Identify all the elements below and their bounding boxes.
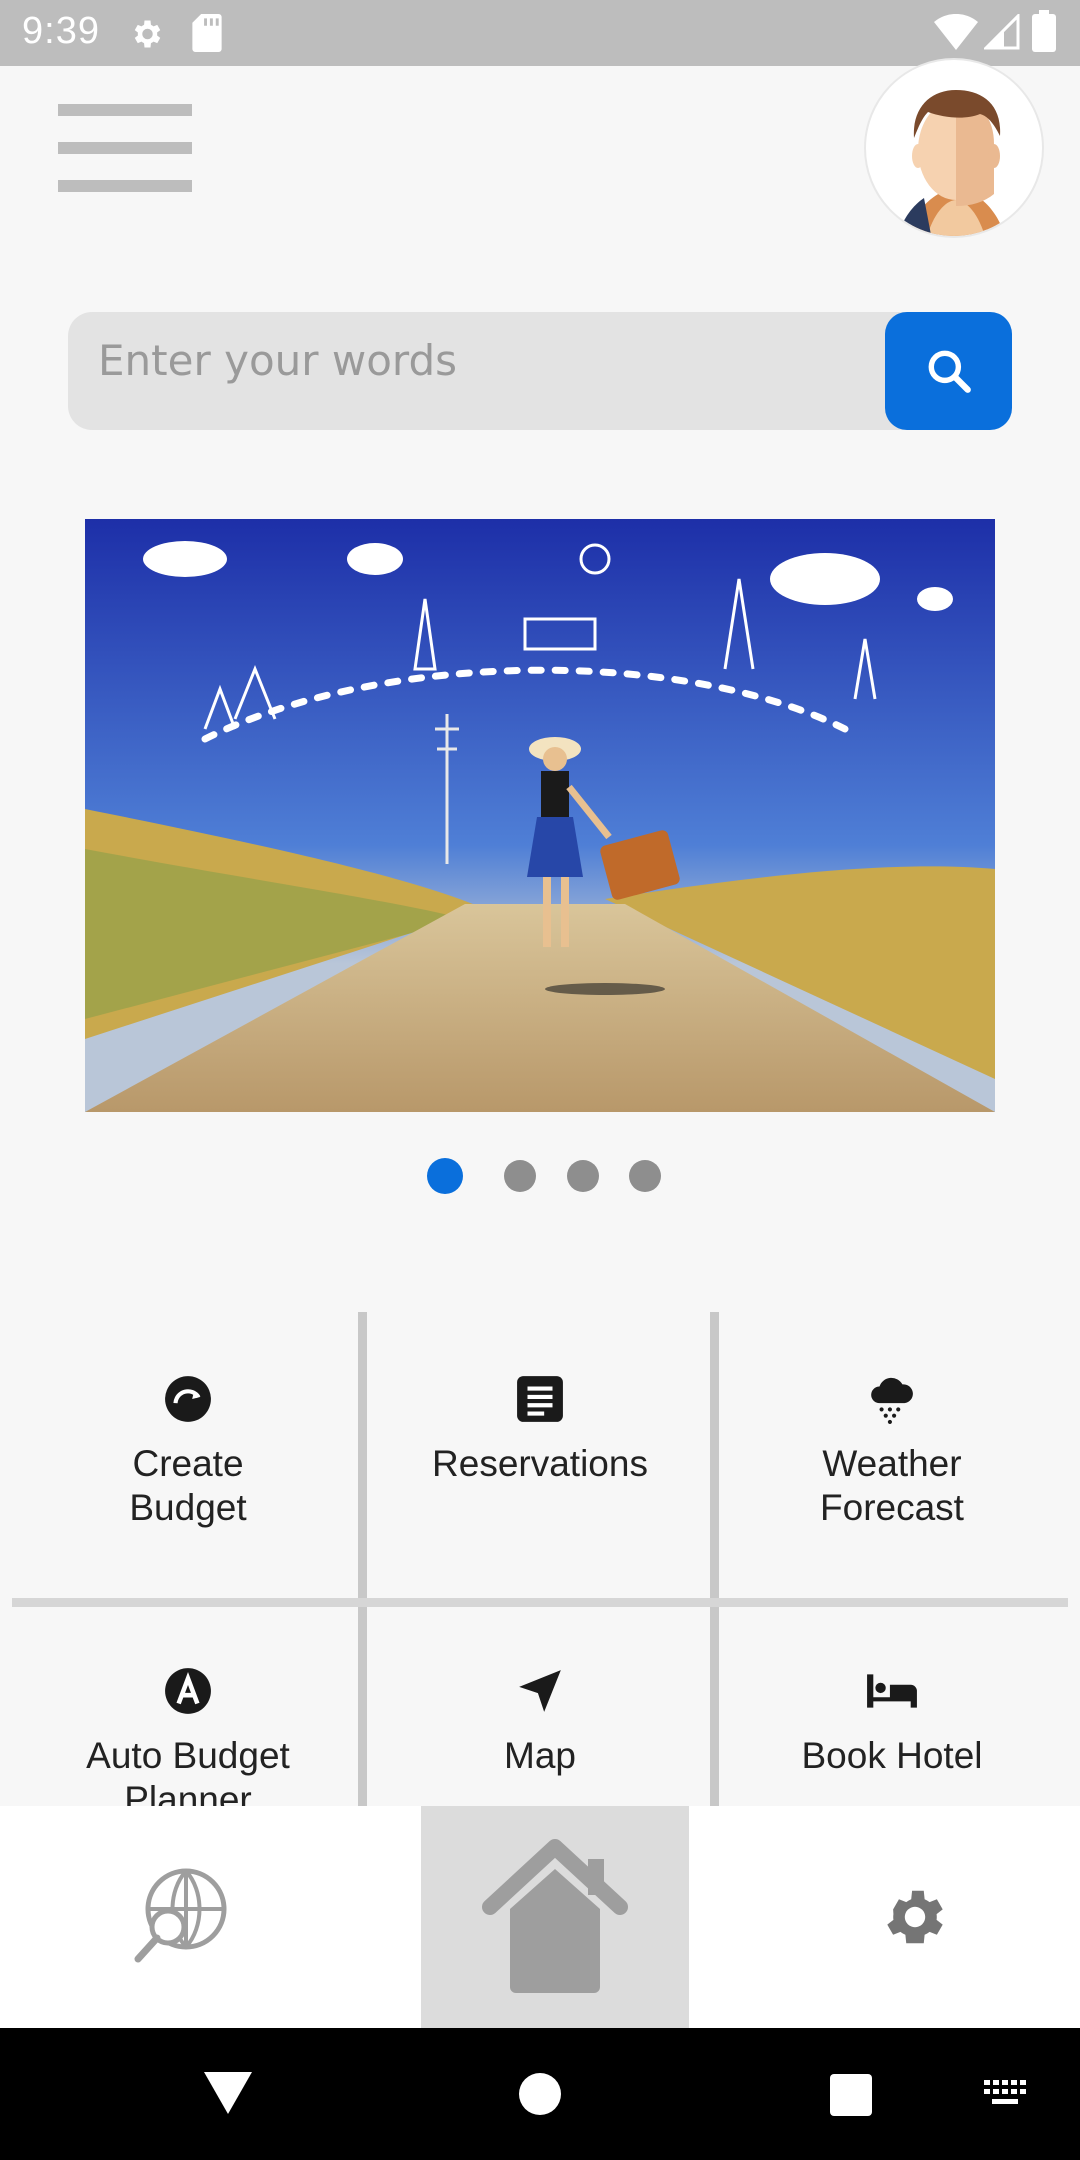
map-button[interactable]: Map bbox=[364, 1666, 716, 1806]
reservations-button[interactable]: Reservations bbox=[364, 1374, 716, 1486]
carousel-dot-2[interactable] bbox=[504, 1160, 536, 1192]
book-hotel-button[interactable]: Book Hotel bbox=[716, 1666, 1068, 1806]
auto-budget-button[interactable]: Auto Budget Planner bbox=[12, 1666, 364, 1806]
back-button[interactable] bbox=[204, 2072, 252, 2119]
signal-icon bbox=[982, 12, 1020, 55]
navigation-icon bbox=[519, 1670, 561, 1712]
reservations-icon bbox=[517, 1376, 563, 1422]
nav-home[interactable] bbox=[421, 1806, 689, 2028]
home-circle-icon bbox=[519, 2073, 561, 2115]
home-icon bbox=[482, 1839, 628, 1993]
wifi-icon bbox=[934, 13, 978, 55]
auto-budget-label: Auto Budget Planner bbox=[86, 1735, 290, 1806]
carousel-dot-4[interactable] bbox=[629, 1160, 661, 1192]
reservations-label: Reservations bbox=[432, 1443, 648, 1484]
search-icon bbox=[928, 350, 971, 393]
map-label: Map bbox=[504, 1735, 576, 1776]
hamburger-menu-icon bbox=[58, 104, 192, 116]
keyboard-button[interactable] bbox=[984, 2080, 1028, 2113]
nav-explore[interactable] bbox=[90, 1806, 270, 2028]
book-hotel-label: Book Hotel bbox=[801, 1735, 983, 1776]
carousel-dot-3[interactable] bbox=[567, 1160, 599, 1192]
user-avatar-icon bbox=[897, 90, 1005, 236]
carousel-dot-1[interactable] bbox=[427, 1158, 463, 1194]
hotel-icon bbox=[867, 1674, 917, 1708]
weather-forecast-button[interactable]: Weather Forecast bbox=[716, 1374, 1068, 1530]
status-time: 9:39 bbox=[22, 10, 100, 52]
nav-settings[interactable] bbox=[830, 1806, 1000, 2028]
search-input[interactable] bbox=[98, 330, 898, 390]
avatar[interactable] bbox=[864, 58, 1044, 238]
carousel-banner-image[interactable] bbox=[85, 519, 995, 1112]
status-bar: 9:39 bbox=[0, 0, 1080, 66]
sd-card-icon bbox=[192, 14, 222, 57]
menu-button[interactable] bbox=[58, 104, 192, 194]
home-system-button[interactable] bbox=[518, 2072, 562, 2121]
bottom-navigation bbox=[0, 1806, 1080, 2028]
create-budget-label: Create Budget bbox=[129, 1443, 247, 1528]
settings-icon bbox=[128, 16, 164, 57]
recents-button[interactable] bbox=[830, 2074, 872, 2121]
battery-icon bbox=[1032, 10, 1056, 57]
back-triangle-icon bbox=[204, 2072, 252, 2114]
search-bar bbox=[68, 312, 1012, 430]
create-budget-button[interactable]: Create Budget bbox=[12, 1374, 364, 1530]
search-button[interactable] bbox=[885, 312, 1012, 430]
grid-divider bbox=[12, 1598, 1068, 1607]
system-navigation-bar bbox=[0, 2028, 1080, 2160]
weather-forecast-label: Weather Forecast bbox=[820, 1443, 964, 1528]
explore-globe-icon bbox=[134, 1868, 227, 1963]
recents-square-icon bbox=[830, 2074, 872, 2116]
settings-icon bbox=[887, 1890, 943, 1944]
auto-budget-icon bbox=[165, 1668, 211, 1714]
budget-icon bbox=[165, 1376, 211, 1422]
weather-icon bbox=[871, 1377, 913, 1424]
keyboard-icon bbox=[984, 2080, 1026, 2104]
